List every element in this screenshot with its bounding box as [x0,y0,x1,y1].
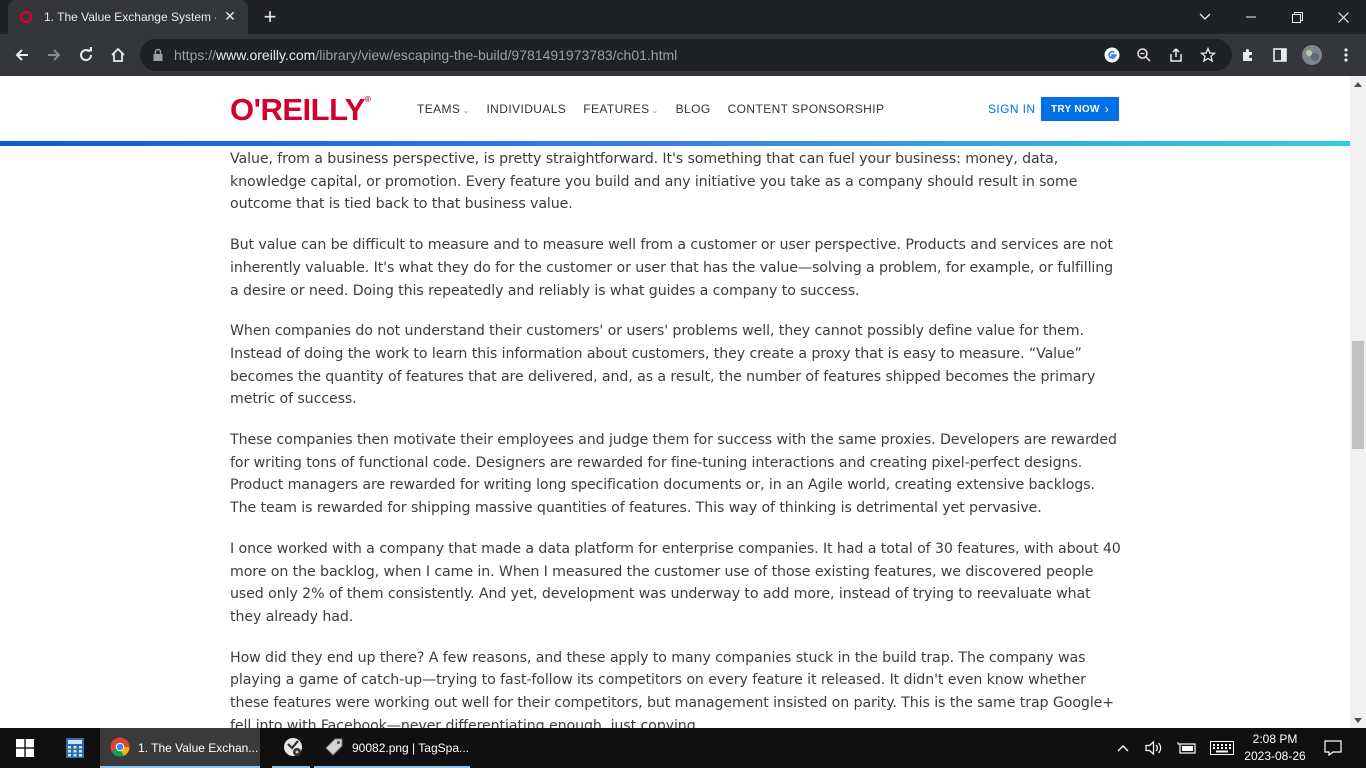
chevron-right-icon: › [1104,102,1110,116]
clock-time: 2:08 PM [1252,732,1298,746]
url-text[interactable]: https://www.oreilly.com/library/view/esc… [174,47,677,63]
site-header: O'REILLY® TEAMS ⌄ INDIVIDUALS FEATURES ⌄ B… [0,76,1350,141]
chevron-down-icon: ⌄ [462,106,470,115]
oreilly-logo[interactable]: O'REILLY® [230,92,371,128]
chevron-down-icon: ⌄ [651,106,659,115]
article-paragraph: When companies do not understand their c… [230,323,1096,408]
article-paragraph: These companies then motivate their empl… [230,432,1117,517]
tag-icon [324,737,344,760]
restore-button[interactable] [1274,0,1320,34]
article-paragraph: Value, from a business perspective, is p… [230,151,1078,213]
close-window-button[interactable] [1320,0,1366,34]
close-tab-icon[interactable]: ✕ [222,9,238,25]
article-paragraph: How did they end up there? A few reasons… [230,649,1115,728]
nav-blog[interactable]: BLOG [676,102,711,116]
tab-strip: 1. The Value Exchange System - E ✕ + [0,0,1366,34]
side-panel-icon[interactable] [1266,41,1294,69]
browser-toolbar: https://www.oreilly.com/library/view/esc… [0,34,1366,76]
nav-teams[interactable]: TEAMS ⌄ [417,102,469,116]
taskbar-app-chrome[interactable]: 1. The Value Exchan... [100,728,260,768]
share-icon[interactable] [1166,45,1186,65]
try-now-button[interactable]: TRY NOW › [1041,97,1119,121]
keyboard-icon[interactable] [1208,728,1236,768]
profile-avatar[interactable] [1298,41,1326,69]
sign-in-link[interactable]: SIGN IN [988,102,1035,116]
tray-chevron-up-icon[interactable] [1114,728,1132,768]
article-paragraph: But value can be difficult to measure an… [230,237,1114,299]
web-page: O'REILLY® TEAMS ⌄ INDIVIDUALS FEATURES ⌄ B… [0,76,1350,728]
article-content: Value, from a business perspective, is p… [230,148,1122,728]
taskbar-app-image-viewer[interactable]: 90082.png | TagSpa... [314,728,470,768]
calculator-icon[interactable] [62,728,88,768]
article-paragraph: I once worked with a company that made a… [230,540,1121,625]
header-gradient-bar [0,141,1350,146]
scrollbar-thumb[interactable] [1352,341,1364,449]
zoom-icon[interactable] [1134,45,1154,65]
forward-button[interactable] [40,41,68,69]
page-scrollbar[interactable] [1350,76,1366,728]
lock-icon[interactable] [152,47,164,66]
tab-search-icon[interactable] [1182,0,1228,34]
clock-date: 2023-08-26 [1244,749,1306,763]
volume-icon[interactable] [1144,728,1164,768]
windows-taskbar: 1. The Value Exchan... 90082.png | TagSp… [0,728,1366,768]
taskbar-app-label: 90082.png | TagSpa... [352,741,469,755]
windows-start-icon[interactable] [12,728,38,768]
bookmark-star-icon[interactable] [1198,45,1218,65]
taskbar-app-label: 1. The Value Exchan... [138,741,259,755]
minimize-button[interactable] [1228,0,1274,34]
tab-title: 1. The Value Exchange System - E [44,10,216,24]
home-button[interactable] [104,41,132,69]
scroll-down-arrow-icon[interactable] [1350,712,1366,728]
battery-icon[interactable] [1176,728,1198,768]
taskbar-app-tagspaces[interactable] [272,728,310,768]
reload-button[interactable] [72,41,100,69]
chrome-menu-icon[interactable] [1332,41,1360,69]
taskbar-clock[interactable]: 2:08 PM 2023-08-26 [1244,731,1306,765]
chrome-icon [110,737,130,760]
nav-features[interactable]: FEATURES ⌄ [583,102,658,116]
oreilly-favicon-icon [18,9,34,25]
extensions-icon[interactable] [1234,41,1262,69]
main-nav: TEAMS ⌄ INDIVIDUALS FEATURES ⌄ BLOG CONTEN… [417,102,901,116]
back-button[interactable] [8,41,36,69]
address-bar[interactable]: https://www.oreilly.com/library/view/esc… [140,39,1232,71]
nav-content-sponsorship[interactable]: CONTENT SPONSORSHIP [728,102,885,116]
scroll-up-arrow-icon[interactable] [1350,76,1366,92]
google-icon[interactable] [1102,45,1122,65]
tagspaces-icon [282,736,304,761]
nav-individuals[interactable]: INDIVIDUALS [486,102,566,116]
new-tab-button[interactable]: + [258,5,282,29]
notifications-icon[interactable] [1322,728,1344,768]
tab-oreilly[interactable]: 1. The Value Exchange System - E ✕ [8,0,248,34]
